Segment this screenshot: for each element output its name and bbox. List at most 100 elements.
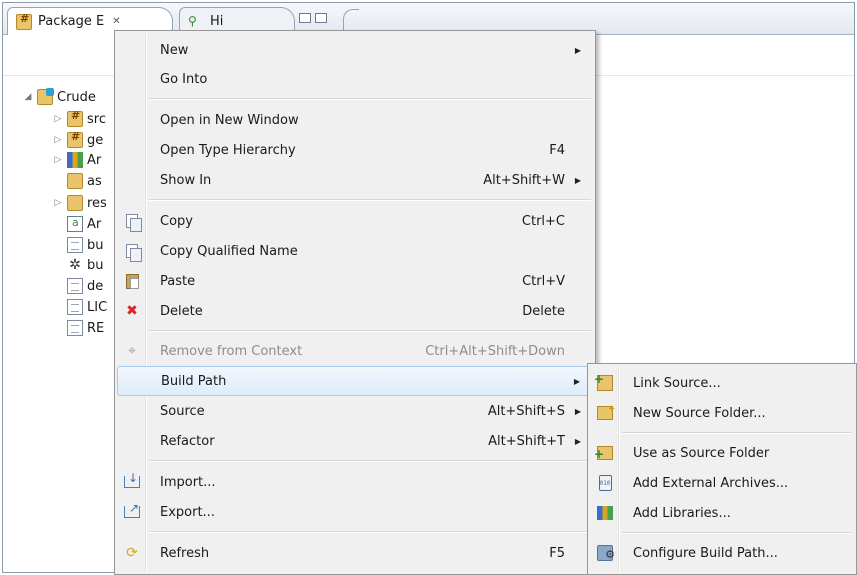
menu-item-new-source-folder[interactable]: New Source Folder... (590, 398, 854, 428)
menu-item-refactor[interactable]: Refactor Alt+Shift+T ▶ (117, 426, 593, 456)
menu-item-shortcut: Alt+Shift+S (487, 403, 565, 419)
close-icon[interactable]: ✕ (112, 16, 120, 27)
hierarchy-icon: ⚲ (188, 13, 197, 28)
menu-item-new[interactable]: New ▶ (117, 35, 593, 65)
menu-item-label: Import... (160, 474, 216, 490)
menu-item-add-libraries[interactable]: Add Libraries... (590, 498, 854, 528)
project-icon (37, 88, 54, 105)
tree-item-label: Crude (57, 89, 96, 105)
menu-item-paste[interactable]: Paste Ctrl+V (117, 266, 593, 296)
tree-item[interactable]: ▷ Ar (53, 150, 101, 170)
menu-item-configure-build-path[interactable]: Configure Build Path... (590, 538, 854, 568)
menu-item-label: Remove from Context (160, 343, 303, 359)
tab-package-explorer-label: Package E (38, 14, 105, 29)
package-explorer-icon (16, 12, 32, 30)
tree-item[interactable]: Ar (67, 214, 101, 234)
menu-item-link-source[interactable]: Link Source... (590, 368, 854, 398)
copy-qualified-name-icon (123, 242, 142, 262)
menu-item-open-in-new-window[interactable]: Open in New Window (117, 105, 593, 135)
menu-separator (149, 98, 591, 100)
collapsed-icon[interactable]: ▷ (53, 135, 63, 145)
menu-item-label: Paste (160, 273, 196, 289)
menu-item-refresh[interactable]: ⟳ Refresh F5 (117, 538, 593, 568)
menu-item-shortcut: Ctrl+V (522, 273, 565, 289)
libraries-icon (596, 504, 614, 522)
collapsed-icon[interactable]: ▷ (53, 198, 63, 208)
menu-item-source[interactable]: Source Alt+Shift+S ▶ (117, 396, 593, 426)
package-folder-icon (67, 130, 83, 148)
tab-hierarchy-label: Hi (210, 14, 224, 29)
menu-item-label: Copy (160, 213, 193, 229)
menu-item-show-in[interactable]: Show In Alt+Shift+W ▶ (117, 165, 593, 195)
menu-item-build-path[interactable]: Build Path ▶ (117, 366, 593, 396)
menu-item-label: New Source Folder... (633, 405, 766, 421)
tree-item-label: Ar (87, 152, 102, 168)
library-icon (67, 152, 83, 168)
tree-item[interactable]: ▷ ge (53, 130, 103, 150)
tree-item[interactable]: ▷ res (53, 193, 107, 213)
menu-item-label: Source (160, 403, 205, 419)
refresh-icon: ⟳ (126, 545, 138, 561)
menu-item-use-as-source-folder[interactable]: Use as Source Folder (590, 438, 854, 468)
menu-item-copy[interactable]: Copy Ctrl+C (117, 206, 593, 236)
submenu-arrow-icon: ▶ (573, 376, 580, 386)
tree-item[interactable]: ✲ bu (67, 255, 103, 275)
tree-item-label: bu (87, 237, 104, 253)
file-icon (67, 278, 83, 294)
menu-item-shortcut: Delete (522, 303, 565, 319)
menu-item-label: Open Type Hierarchy (160, 142, 296, 158)
menu-item-go-into[interactable]: Go Into (117, 64, 593, 94)
tree-item-label: ge (87, 132, 104, 148)
menu-separator (149, 330, 591, 332)
configure-build-path-icon (596, 544, 615, 564)
expanded-icon[interactable]: ◢ (23, 92, 33, 102)
android-manifest-icon (67, 216, 83, 232)
context-menu: New ▶ Go Into Open in New Window Open Ty… (114, 30, 596, 575)
folder-icon (67, 173, 83, 189)
folder-icon (67, 195, 83, 211)
menu-item-label: Delete (160, 303, 203, 319)
tree-item-project[interactable]: ◢ Crude (23, 87, 96, 107)
menu-item-label: New (160, 42, 189, 58)
external-archive-icon: 010 (596, 474, 614, 492)
tree-item[interactable]: bu (67, 235, 104, 255)
view-controls (299, 13, 327, 23)
menu-item-import[interactable]: Import... (117, 467, 593, 497)
tree-item[interactable]: LIC (67, 297, 107, 317)
menu-item-label: Add External Archives... (633, 475, 789, 491)
menu-item-copy-qualified-name[interactable]: Copy Qualified Name (117, 236, 593, 266)
submenu-arrow-icon: ▶ (574, 45, 581, 55)
minimize-icon[interactable] (299, 13, 311, 23)
collapsed-icon[interactable]: ▷ (53, 114, 63, 124)
menu-separator (149, 460, 591, 462)
tree-item-label: Ar (87, 216, 102, 232)
submenu-arrow-icon: ▶ (574, 406, 581, 416)
menu-item-label: Refresh (160, 545, 210, 561)
collapsed-icon[interactable]: ▷ (53, 155, 63, 165)
use-as-source-folder-icon (594, 444, 614, 463)
file-icon (67, 237, 83, 253)
submenu-arrow-icon: ▶ (574, 175, 581, 185)
maximize-icon[interactable] (315, 13, 327, 23)
tree-item-label: RE (87, 320, 105, 336)
menu-item-delete[interactable]: ✖ Delete Delete (117, 296, 593, 326)
menu-item-label: Copy Qualified Name (160, 243, 298, 259)
menu-item-label: Refactor (160, 433, 215, 449)
menu-item-export[interactable]: Export... (117, 497, 593, 527)
menu-item-shortcut: Ctrl+Alt+Shift+Down (425, 343, 565, 359)
menu-item-open-type-hierarchy[interactable]: Open Type Hierarchy F4 (117, 135, 593, 165)
tree-item[interactable]: RE (67, 318, 104, 338)
menu-item-shortcut: Alt+Shift+T (488, 433, 565, 449)
copy-icon (123, 212, 142, 232)
file-icon (67, 299, 83, 315)
menu-item-remove-from-context[interactable]: ⌖ Remove from Context Ctrl+Alt+Shift+Dow… (117, 336, 593, 366)
tree-item[interactable]: as (67, 171, 102, 191)
menu-item-label: Open in New Window (160, 112, 299, 128)
menu-item-add-external-archives[interactable]: 010 Add External Archives... (590, 468, 854, 498)
tree-item[interactable]: de (67, 276, 103, 296)
paste-icon (123, 272, 141, 290)
menu-item-label: Link Source... (633, 375, 721, 391)
build-path-submenu: Link Source... New Source Folder... Use … (587, 363, 857, 575)
tree-item[interactable]: ▷ src (53, 109, 106, 129)
import-icon (123, 469, 141, 491)
